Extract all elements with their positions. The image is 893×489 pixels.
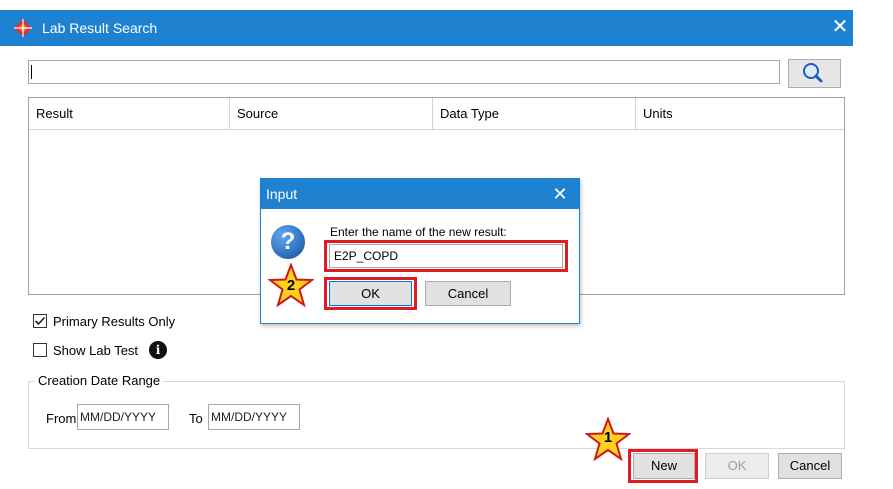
column-header-data-type[interactable]: Data Type: [433, 98, 636, 130]
name-input-highlight: [324, 240, 568, 272]
diamond-logo-icon: [14, 19, 32, 37]
top-strip: [0, 0, 893, 10]
column-header-result[interactable]: Result: [29, 98, 230, 130]
window-title: Lab Result Search: [42, 20, 158, 36]
show-lab-test-label: Show Lab Test: [53, 343, 139, 358]
to-date-input[interactable]: MM/DD/YYYY: [208, 404, 300, 430]
to-label: To: [189, 411, 203, 426]
from-date-input[interactable]: MM/DD/YYYY: [77, 404, 169, 430]
search-input[interactable]: [28, 60, 780, 84]
primary-results-label: Primary Results Only: [53, 314, 176, 329]
input-dialog-title: Input: [266, 186, 298, 202]
dialog-cancel-button[interactable]: Cancel: [425, 281, 511, 306]
close-icon[interactable]: ✕: [828, 14, 852, 40]
show-lab-test-checkbox[interactable]: [33, 343, 47, 357]
date-range-title: Creation Date Range: [35, 373, 164, 388]
dialog-close-icon[interactable]: ✕: [549, 182, 571, 206]
dialog-prompt: Enter the name of the new result:: [330, 225, 507, 239]
step-1-number: 1: [603, 429, 613, 446]
info-icon[interactable]: i: [149, 341, 167, 359]
cancel-button[interactable]: Cancel: [778, 453, 842, 479]
text-caret: [31, 65, 32, 79]
column-header-units[interactable]: Units: [636, 98, 844, 130]
from-label: From: [46, 411, 77, 426]
new-button-highlight: [628, 449, 698, 483]
dialog-ok-highlight: [324, 277, 417, 310]
ok-button[interactable]: OK: [705, 453, 769, 479]
step-2-number: 2: [286, 277, 296, 294]
checkmark-icon: [34, 316, 46, 326]
input-dialog-titlebar: [261, 179, 579, 209]
primary-results-checkbox[interactable]: [33, 314, 47, 328]
column-header-source[interactable]: Source: [230, 98, 433, 130]
search-button[interactable]: [788, 59, 841, 88]
question-icon: ?: [271, 225, 305, 259]
magnifier-icon: [803, 63, 823, 83]
